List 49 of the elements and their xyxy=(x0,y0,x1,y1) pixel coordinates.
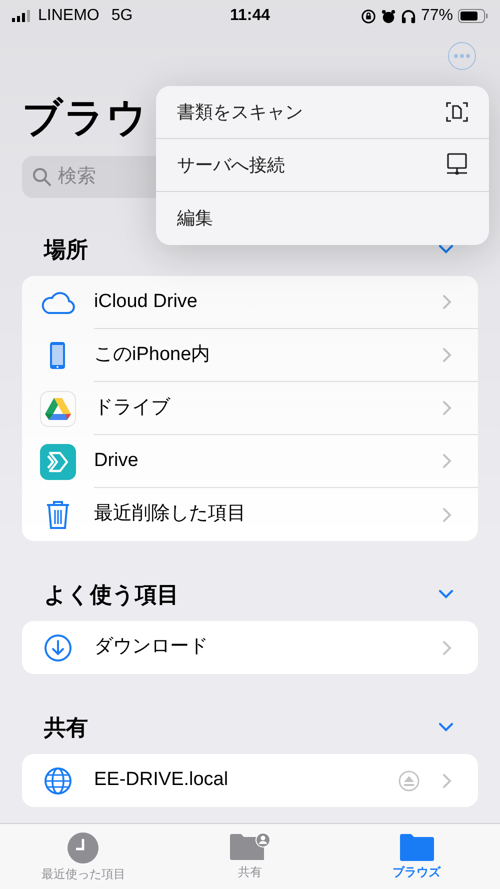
network-type: 5G xyxy=(111,6,133,26)
chevron-down-icon xyxy=(438,589,454,599)
download-icon xyxy=(44,634,72,662)
menu-item[interactable]: 書類をスキャン xyxy=(156,86,489,139)
smartphone-icon xyxy=(48,340,68,370)
section-title: 場所 xyxy=(44,236,88,264)
carrier-name: LINEMO xyxy=(38,6,100,26)
list-item[interactable]: Drive xyxy=(22,435,478,488)
chevron-right-icon xyxy=(442,294,452,310)
alarm-clock-icon xyxy=(380,8,396,24)
cloud-icon xyxy=(40,290,76,314)
page-title: ブラウ xyxy=(22,95,148,142)
eject-button[interactable] xyxy=(398,770,420,792)
chevron-right-icon xyxy=(442,400,452,416)
chevron-right-icon xyxy=(442,453,452,469)
chevron-right-icon xyxy=(442,347,452,363)
rotation-lock-icon xyxy=(360,8,376,24)
list-item[interactable]: 最近削除した項目 xyxy=(22,488,478,541)
eject-icon xyxy=(398,770,420,792)
chevron-right-icon xyxy=(442,640,452,656)
shared-folder-icon xyxy=(229,832,271,862)
triangle-logo-icon xyxy=(40,390,76,426)
scan-document-icon xyxy=(446,101,468,123)
folder-icon xyxy=(398,832,435,862)
globe-icon xyxy=(44,766,72,794)
clock-icon xyxy=(67,832,100,864)
list-item[interactable]: ダウンロード xyxy=(22,621,478,674)
menu-item[interactable]: 編集 xyxy=(156,192,489,245)
chevron-down-icon xyxy=(438,244,454,254)
chevron-right-icon xyxy=(442,772,452,788)
chevron-right-icon xyxy=(442,506,452,522)
signal-icon xyxy=(12,10,32,22)
section-title: 共有 xyxy=(44,714,88,742)
battery-icon xyxy=(458,9,488,23)
clock-time: 11:44 xyxy=(228,6,272,26)
list-item[interactable]: EE-DRIVE.local xyxy=(22,754,478,807)
trash-icon xyxy=(45,500,71,530)
section-title: よく使う項目 xyxy=(44,580,179,608)
headphones-icon xyxy=(400,8,416,24)
chevron-down-icon xyxy=(438,722,454,732)
tab-item[interactable]: ブラウズ xyxy=(333,824,500,889)
search-icon xyxy=(32,167,52,187)
monitor-icon xyxy=(446,153,468,177)
battery-percent: 77% xyxy=(420,6,453,26)
chevron-logo-icon xyxy=(40,444,76,480)
list-item[interactable]: iCloud Drive xyxy=(22,276,478,329)
menu-item[interactable]: サーバへ接続 xyxy=(156,139,489,192)
list-item[interactable]: ドライブ xyxy=(22,382,478,435)
list-item[interactable]: このiPhone内 xyxy=(22,329,478,382)
